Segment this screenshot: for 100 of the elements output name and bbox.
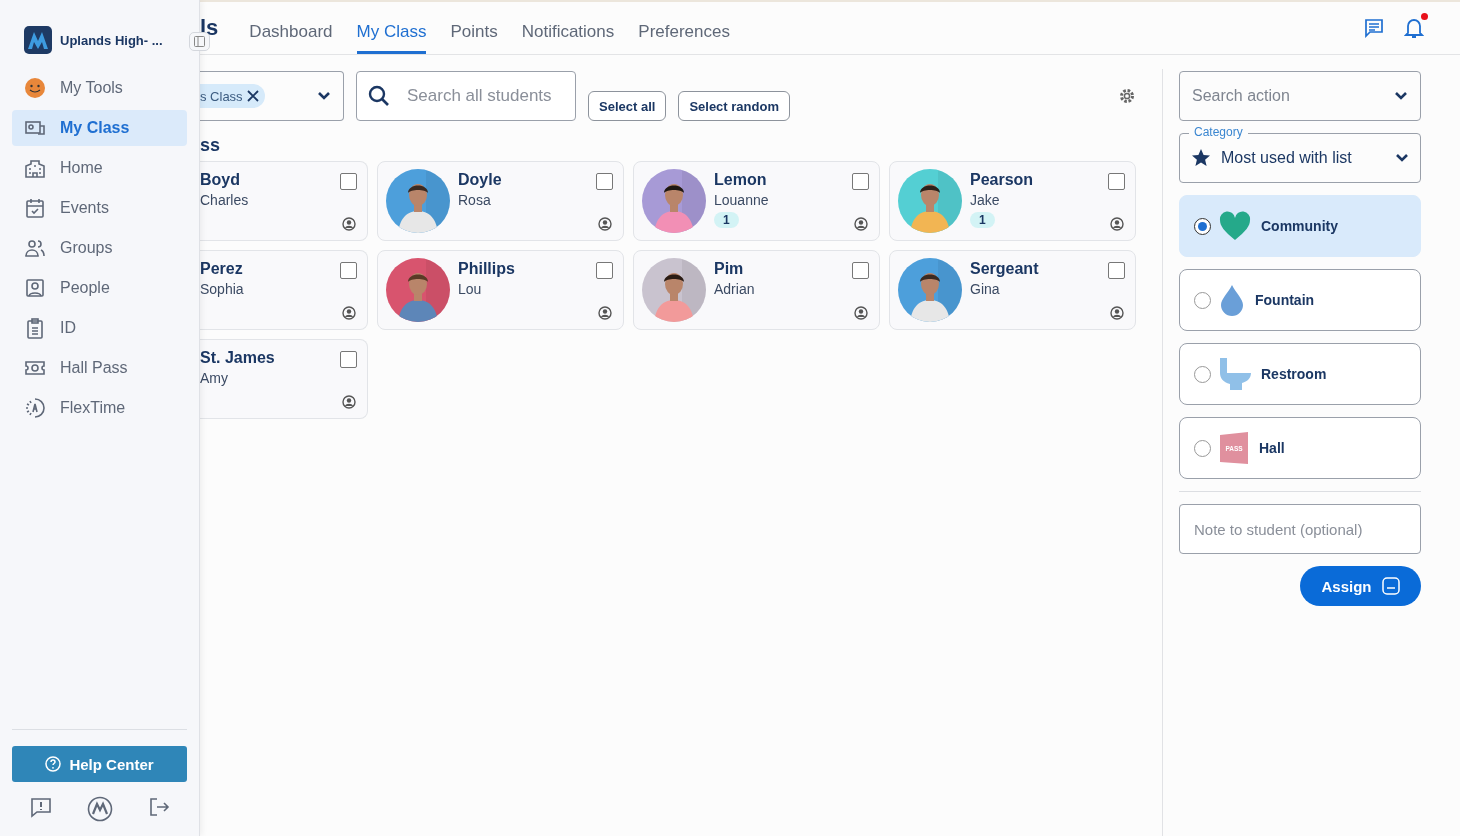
help-center-button[interactable]: Help Center xyxy=(12,746,187,782)
heart-icon xyxy=(1219,211,1251,241)
field-label: Category xyxy=(1189,125,1248,140)
action-option[interactable]: Fountain xyxy=(1179,269,1421,331)
last-name: Pearson xyxy=(970,171,1035,189)
keyboard-icon xyxy=(1381,577,1400,595)
tab[interactable]: Preferences xyxy=(638,2,730,54)
nav-item[interactable]: ID xyxy=(12,310,187,346)
student-card[interactable]: Perez Sophia xyxy=(200,250,368,330)
first-name: Sophia xyxy=(200,281,245,297)
nav-item[interactable]: Groups xyxy=(12,230,187,266)
nav-item[interactable]: Home xyxy=(12,150,187,186)
tab[interactable]: My Class xyxy=(356,2,427,54)
id-badge-icon xyxy=(24,317,46,339)
emoji-icon xyxy=(24,77,46,99)
search-icon xyxy=(368,85,390,107)
section-title: ss xyxy=(200,135,222,156)
student-card[interactable]: St. James Amy xyxy=(200,339,368,419)
class-chip: s Class xyxy=(200,84,265,108)
chevron-down-icon xyxy=(317,91,331,101)
first-name: Rosa xyxy=(458,192,492,208)
tab[interactable]: Points xyxy=(450,2,498,54)
checkbox[interactable] xyxy=(852,262,869,279)
student-card[interactable]: Pearson Jake 1 xyxy=(889,161,1136,241)
sidebar-toggle-icon xyxy=(194,36,205,47)
chat-icon[interactable] xyxy=(1364,18,1384,38)
last-name: Doyle xyxy=(458,171,503,189)
chevron-down-icon xyxy=(1395,153,1409,163)
tab[interactable]: Notifications xyxy=(521,2,615,54)
nav-item[interactable]: FlexTime xyxy=(12,390,187,426)
close-icon[interactable] xyxy=(246,90,259,102)
action-search-select[interactable]: Search action xyxy=(1179,71,1421,121)
logo-icon[interactable] xyxy=(86,796,113,822)
last-name: St. James xyxy=(200,349,276,367)
radio-button[interactable] xyxy=(1194,365,1211,383)
last-name: Boyd xyxy=(200,171,241,189)
student-card[interactable]: Phillips Lou xyxy=(377,250,624,330)
first-name: Gina xyxy=(970,281,1001,297)
profile-icon[interactable] xyxy=(853,306,868,320)
chevron-down-icon xyxy=(1394,91,1408,101)
toilet-icon xyxy=(1219,358,1251,390)
checkbox[interactable] xyxy=(1108,173,1125,190)
drop-icon xyxy=(1219,284,1245,316)
search-field[interactable]: Search all students xyxy=(356,71,576,121)
profile-icon[interactable] xyxy=(597,306,612,320)
student-card[interactable]: Lemon Louanne 1 xyxy=(633,161,880,241)
action-option[interactable]: Community xyxy=(1179,195,1421,257)
student-card[interactable]: Sergeant Gina xyxy=(889,250,1136,330)
checkbox[interactable] xyxy=(340,351,357,368)
school-icon xyxy=(24,157,46,179)
last-name: Phillips xyxy=(458,260,516,278)
select-all-button[interactable]: Select all xyxy=(588,91,667,121)
category-select[interactable]: Category Most used with list xyxy=(1179,125,1421,183)
nav-item[interactable]: Events xyxy=(12,190,187,226)
nav-item[interactable]: Hall Pass xyxy=(12,350,187,386)
first-name: Charles xyxy=(200,192,250,208)
person-card-icon xyxy=(24,277,46,299)
student-card[interactable]: Doyle Rosa xyxy=(377,161,624,241)
nav-item[interactable]: My Class xyxy=(12,110,187,146)
star-icon xyxy=(1191,148,1211,168)
radio-button[interactable] xyxy=(1194,439,1211,457)
radio-button[interactable] xyxy=(1194,217,1211,235)
settings-icon[interactable] xyxy=(1118,87,1136,105)
users-icon xyxy=(24,237,46,259)
last-name: Sergeant xyxy=(970,260,1040,278)
checkbox[interactable] xyxy=(340,173,357,190)
checkbox[interactable] xyxy=(340,262,357,279)
calendar-icon xyxy=(24,197,46,219)
placeholder: Search action xyxy=(1192,87,1290,105)
checkbox[interactable] xyxy=(852,173,869,190)
school-name: Uplands High- ... xyxy=(60,32,163,48)
clock-arrows-icon xyxy=(24,397,46,419)
checkbox[interactable] xyxy=(1108,262,1125,279)
profile-icon[interactable] xyxy=(341,395,356,409)
profile-icon[interactable] xyxy=(853,217,868,231)
assign-button[interactable]: Assign xyxy=(1300,566,1421,606)
class-select[interactable]: s Class xyxy=(200,71,344,121)
first-name: Louanne xyxy=(714,192,770,208)
points-badge: 1 xyxy=(714,212,739,228)
profile-icon[interactable] xyxy=(1109,217,1124,231)
first-name: Lou xyxy=(458,281,483,297)
profile-icon[interactable] xyxy=(597,217,612,231)
nav-item[interactable]: People xyxy=(12,270,187,306)
points-badge: 1 xyxy=(970,212,995,228)
profile-icon[interactable] xyxy=(341,217,356,231)
last-name: Lemon xyxy=(714,171,768,189)
note-field[interactable]: Note to student (optional) xyxy=(1179,504,1421,554)
radio-button[interactable] xyxy=(1194,291,1211,309)
tab[interactable]: Dashboard xyxy=(249,2,333,54)
nav-item[interactable]: My Tools xyxy=(12,70,187,106)
student-card[interactable]: Boyd Charles xyxy=(200,161,368,241)
checkbox[interactable] xyxy=(596,173,613,190)
first-name: Amy xyxy=(200,370,229,386)
action-option[interactable]: Restroom xyxy=(1179,343,1421,405)
first-name: Adrian xyxy=(714,281,756,297)
profile-icon[interactable] xyxy=(1109,306,1124,320)
select-random-button[interactable]: Select random xyxy=(678,91,790,121)
student-card[interactable]: Pim Adrian xyxy=(633,250,880,330)
checkbox[interactable] xyxy=(596,262,613,279)
profile-icon[interactable] xyxy=(341,306,356,320)
